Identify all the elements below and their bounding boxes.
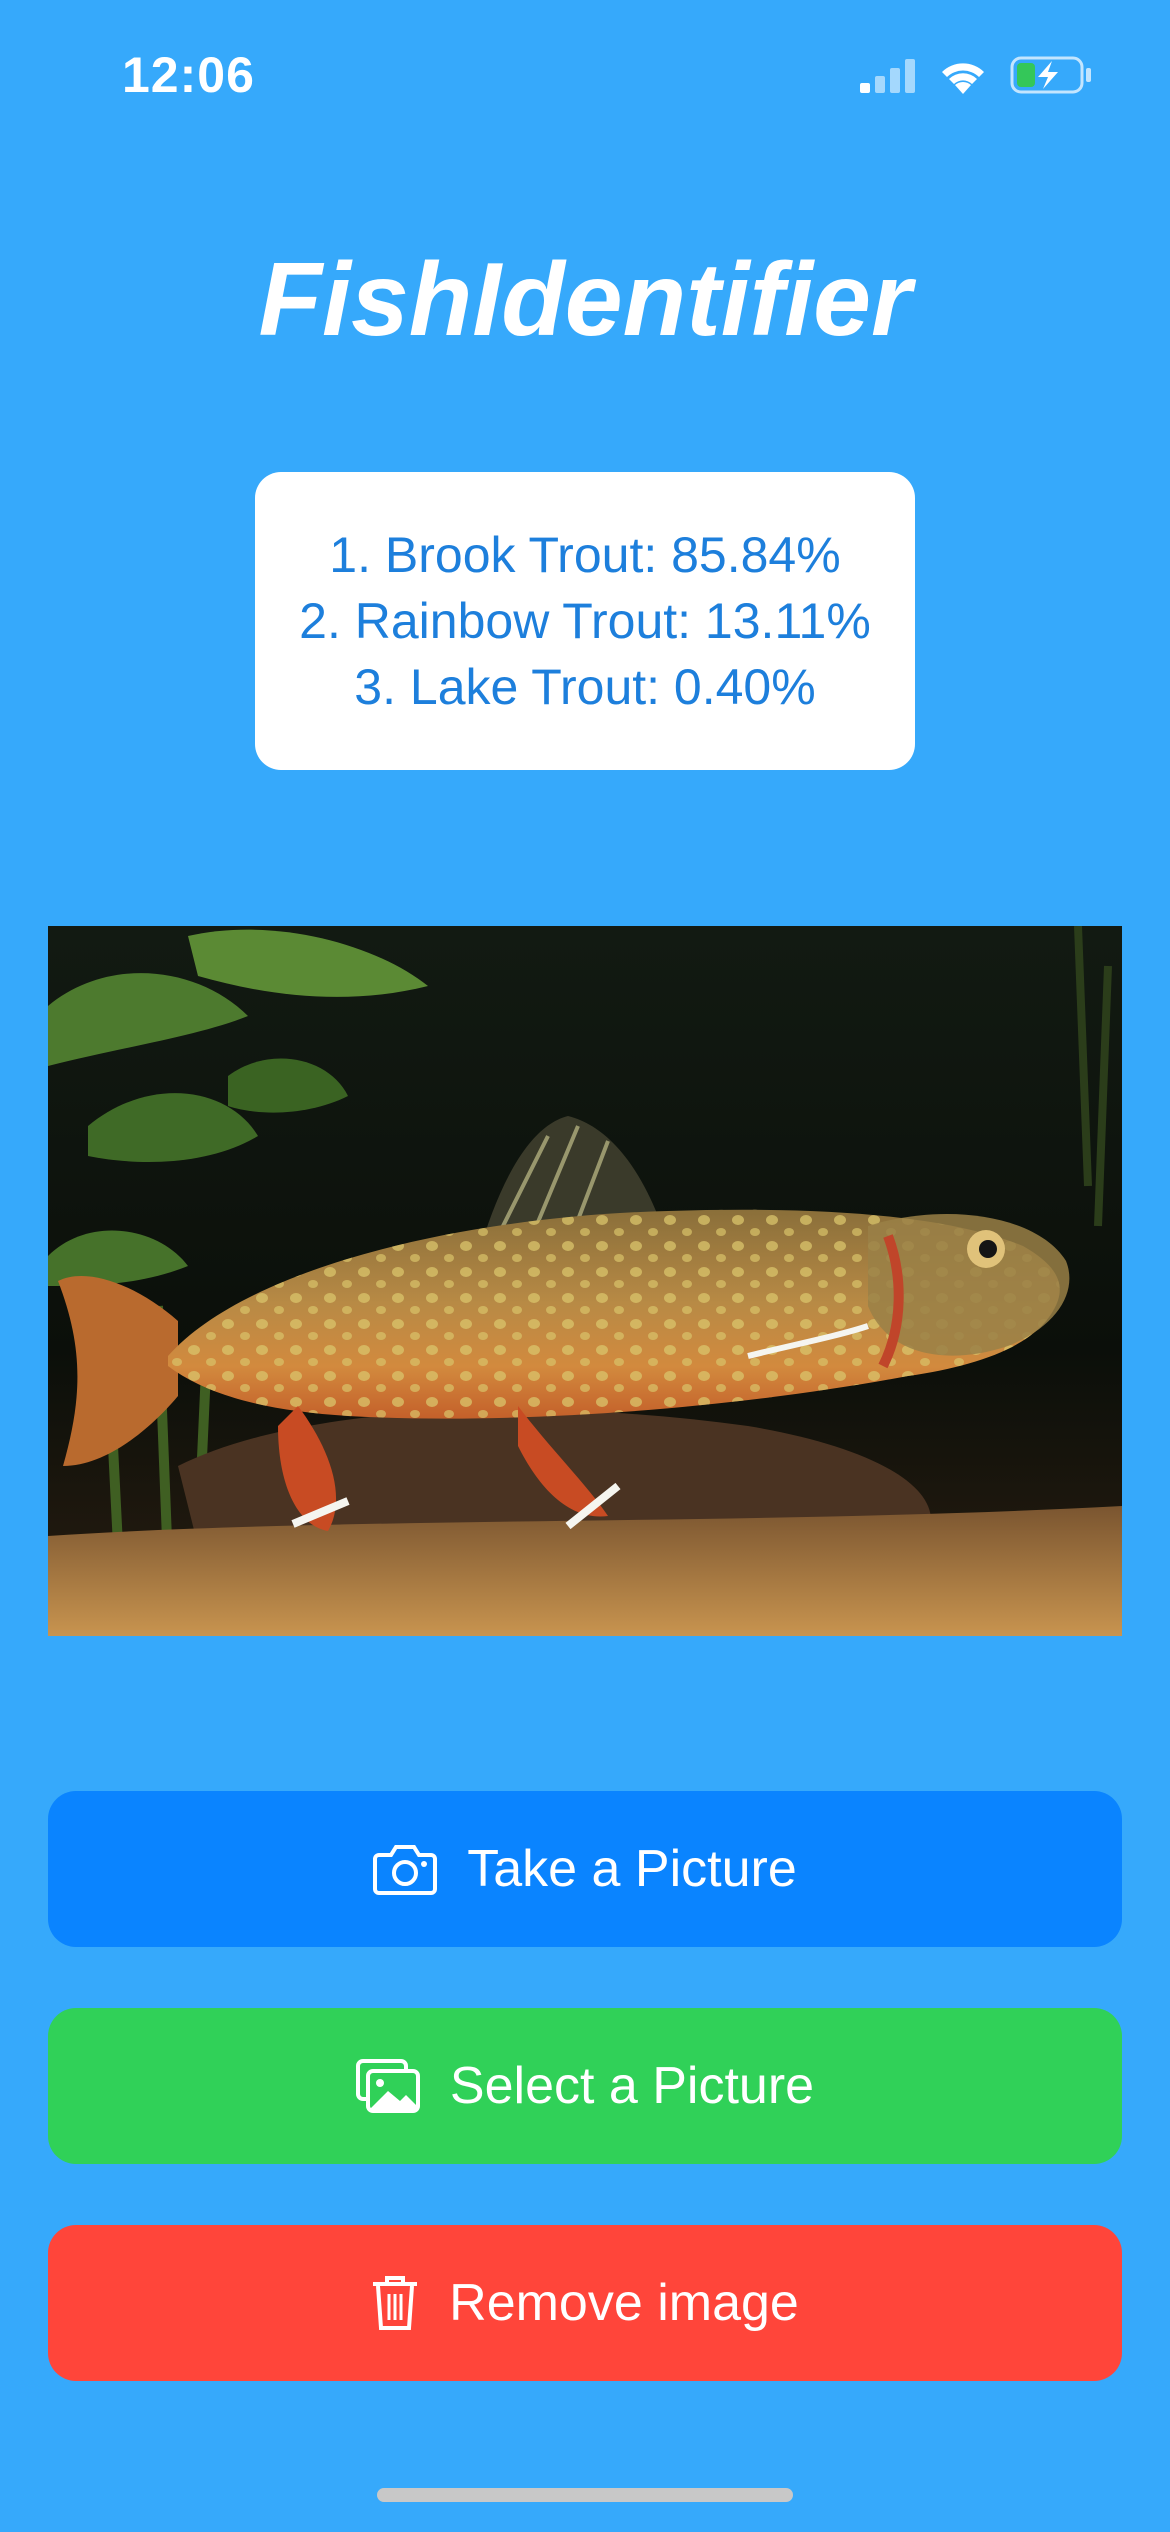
- remove-image-label: Remove image: [449, 2274, 799, 2332]
- trash-icon: [371, 2274, 419, 2332]
- result-item-2: 2. Rainbow Trout: 13.11%: [299, 593, 871, 649]
- app-title: FishIdentifier: [258, 242, 912, 358]
- result-item-3: 3. Lake Trout: 0.40%: [354, 659, 816, 715]
- wifi-icon: [938, 56, 988, 99]
- cellular-signal-icon: [860, 57, 916, 98]
- home-indicator[interactable]: [377, 2488, 793, 2502]
- select-picture-button[interactable]: Select a Picture: [48, 2008, 1122, 2164]
- take-picture-label: Take a Picture: [467, 1840, 797, 1898]
- fish-photo: [48, 926, 1122, 1636]
- battery-charging-icon: [1010, 55, 1092, 100]
- results-card: 1. Brook Trout: 85.84% 2. Rainbow Trout:…: [255, 472, 915, 770]
- status-time: 12:06: [122, 47, 255, 103]
- photo-library-icon: [355, 2059, 420, 2113]
- remove-image-button[interactable]: Remove image: [48, 2225, 1122, 2381]
- take-picture-button[interactable]: Take a Picture: [48, 1791, 1122, 1947]
- camera-icon: [373, 1843, 438, 1895]
- status-icons: [860, 52, 1092, 102]
- result-item-1: 1. Brook Trout: 85.84%: [329, 527, 841, 583]
- status-bar: 12:06: [0, 0, 1170, 150]
- select-picture-label: Select a Picture: [449, 2057, 815, 2115]
